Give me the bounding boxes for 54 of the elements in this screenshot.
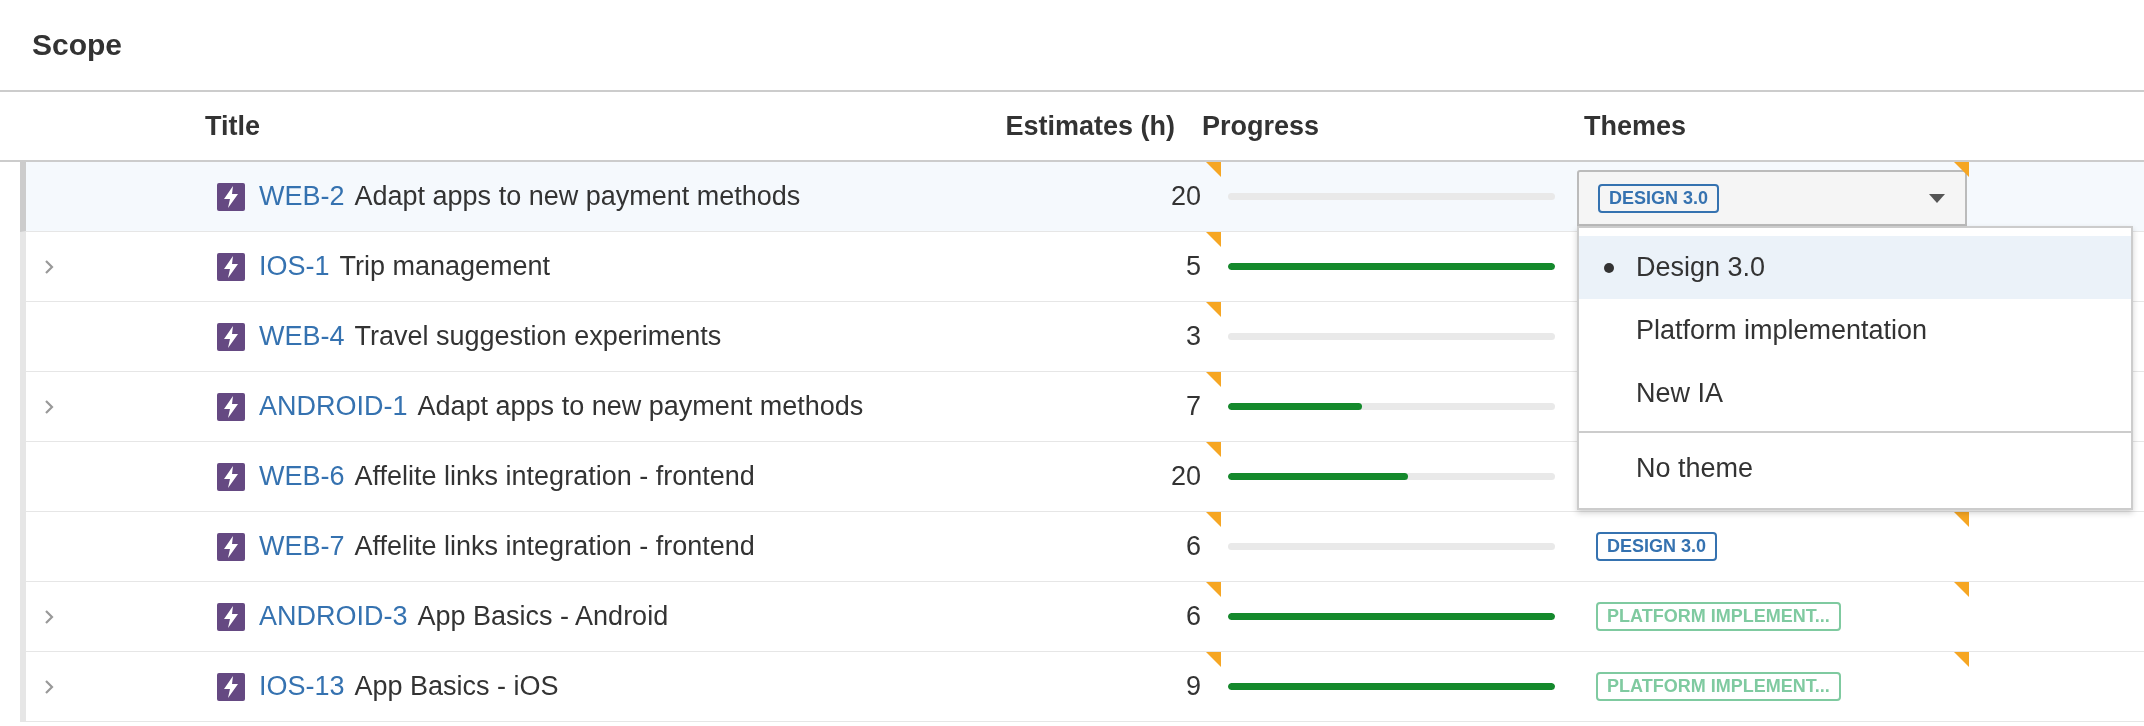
section-title: Scope [32,28,123,62]
theme-option[interactable]: Design 3.0 [1579,236,2131,299]
issue-title: Travel suggestion experiments [354,321,722,352]
estimate-value: 6 [1185,601,1202,632]
epic-icon [217,182,245,211]
theme-lozenge: PLATFORM IMPLEMENT... [1596,602,1841,631]
chevron-right-icon[interactable] [44,398,54,415]
issue-title: App Basics - Android [417,601,669,632]
epic-icon [217,322,245,351]
issue-title: Adapt apps to new payment methods [417,391,864,422]
estimate-value: 20 [1170,461,1202,492]
epic-icon [217,602,245,631]
theme-option[interactable]: Platform implementation [1579,299,2131,362]
chevron-right-icon[interactable] [44,258,54,275]
column-header: Themes [1584,110,1687,142]
caret-icon [1929,193,1945,203]
issue-row[interactable]: IOS-13 App Basics - iOS 9 PLATFORM IMPLEMENT... [20,652,2144,722]
estimate-value: 7 [1185,391,1202,422]
epic-icon [217,252,245,281]
issue-title: Affelite links integration - frontend [354,531,755,562]
issue-key-link[interactable]: ANDROID-1 [259,391,408,422]
issue-title: Adapt apps to new payment methods [354,181,801,212]
estimate-value: 6 [1185,531,1202,562]
issue-key-link[interactable]: WEB-4 [259,321,345,352]
theme-select[interactable]: DESIGN 3.0 [1577,170,1967,226]
issue-title: Trip management [339,251,551,282]
issue-title: App Basics - iOS [354,671,559,702]
theme-option[interactable]: New IA [1579,362,2131,425]
issue-key-link[interactable]: IOS-1 [259,251,330,282]
estimate-value: 9 [1185,671,1202,702]
chevron-right-icon[interactable] [44,678,54,695]
theme-lozenge: DESIGN 3.0 [1598,183,1720,213]
estimate-value: 3 [1185,321,1202,352]
issue-key-link[interactable]: WEB-6 [259,461,345,492]
epic-icon [217,462,245,491]
epic-icon [217,532,245,561]
theme-lozenge: PLATFORM IMPLEMENT... [1596,672,1841,701]
column-header: Title [205,110,260,142]
estimate-value: 5 [1185,251,1202,282]
theme-lozenge: DESIGN 3.0 [1596,532,1718,561]
issue-key-link[interactable]: ANDROID-3 [259,601,408,632]
issue-key-link[interactable]: WEB-2 [259,181,345,212]
issue-key-link[interactable]: IOS-13 [259,671,345,702]
chevron-right-icon[interactable] [44,608,54,625]
issue-row[interactable]: WEB-7 Affelite links integration - frontend 6 DESIGN 3.0 [20,512,2144,582]
issue-row[interactable]: ANDROID-3 App Basics - Android 6 PLATFORM IMPLEMENT... [20,582,2144,652]
epic-icon [217,672,245,701]
epic-icon [217,392,245,421]
column-header: Progress [1201,110,1320,142]
issue-key-link[interactable]: WEB-7 [259,531,345,562]
column-header: Estimates (h) [1005,110,1176,142]
issue-title: Affelite links integration - frontend [354,461,755,492]
no-theme-option[interactable]: No theme [1579,437,2131,500]
estimate-value: 20 [1170,181,1202,212]
